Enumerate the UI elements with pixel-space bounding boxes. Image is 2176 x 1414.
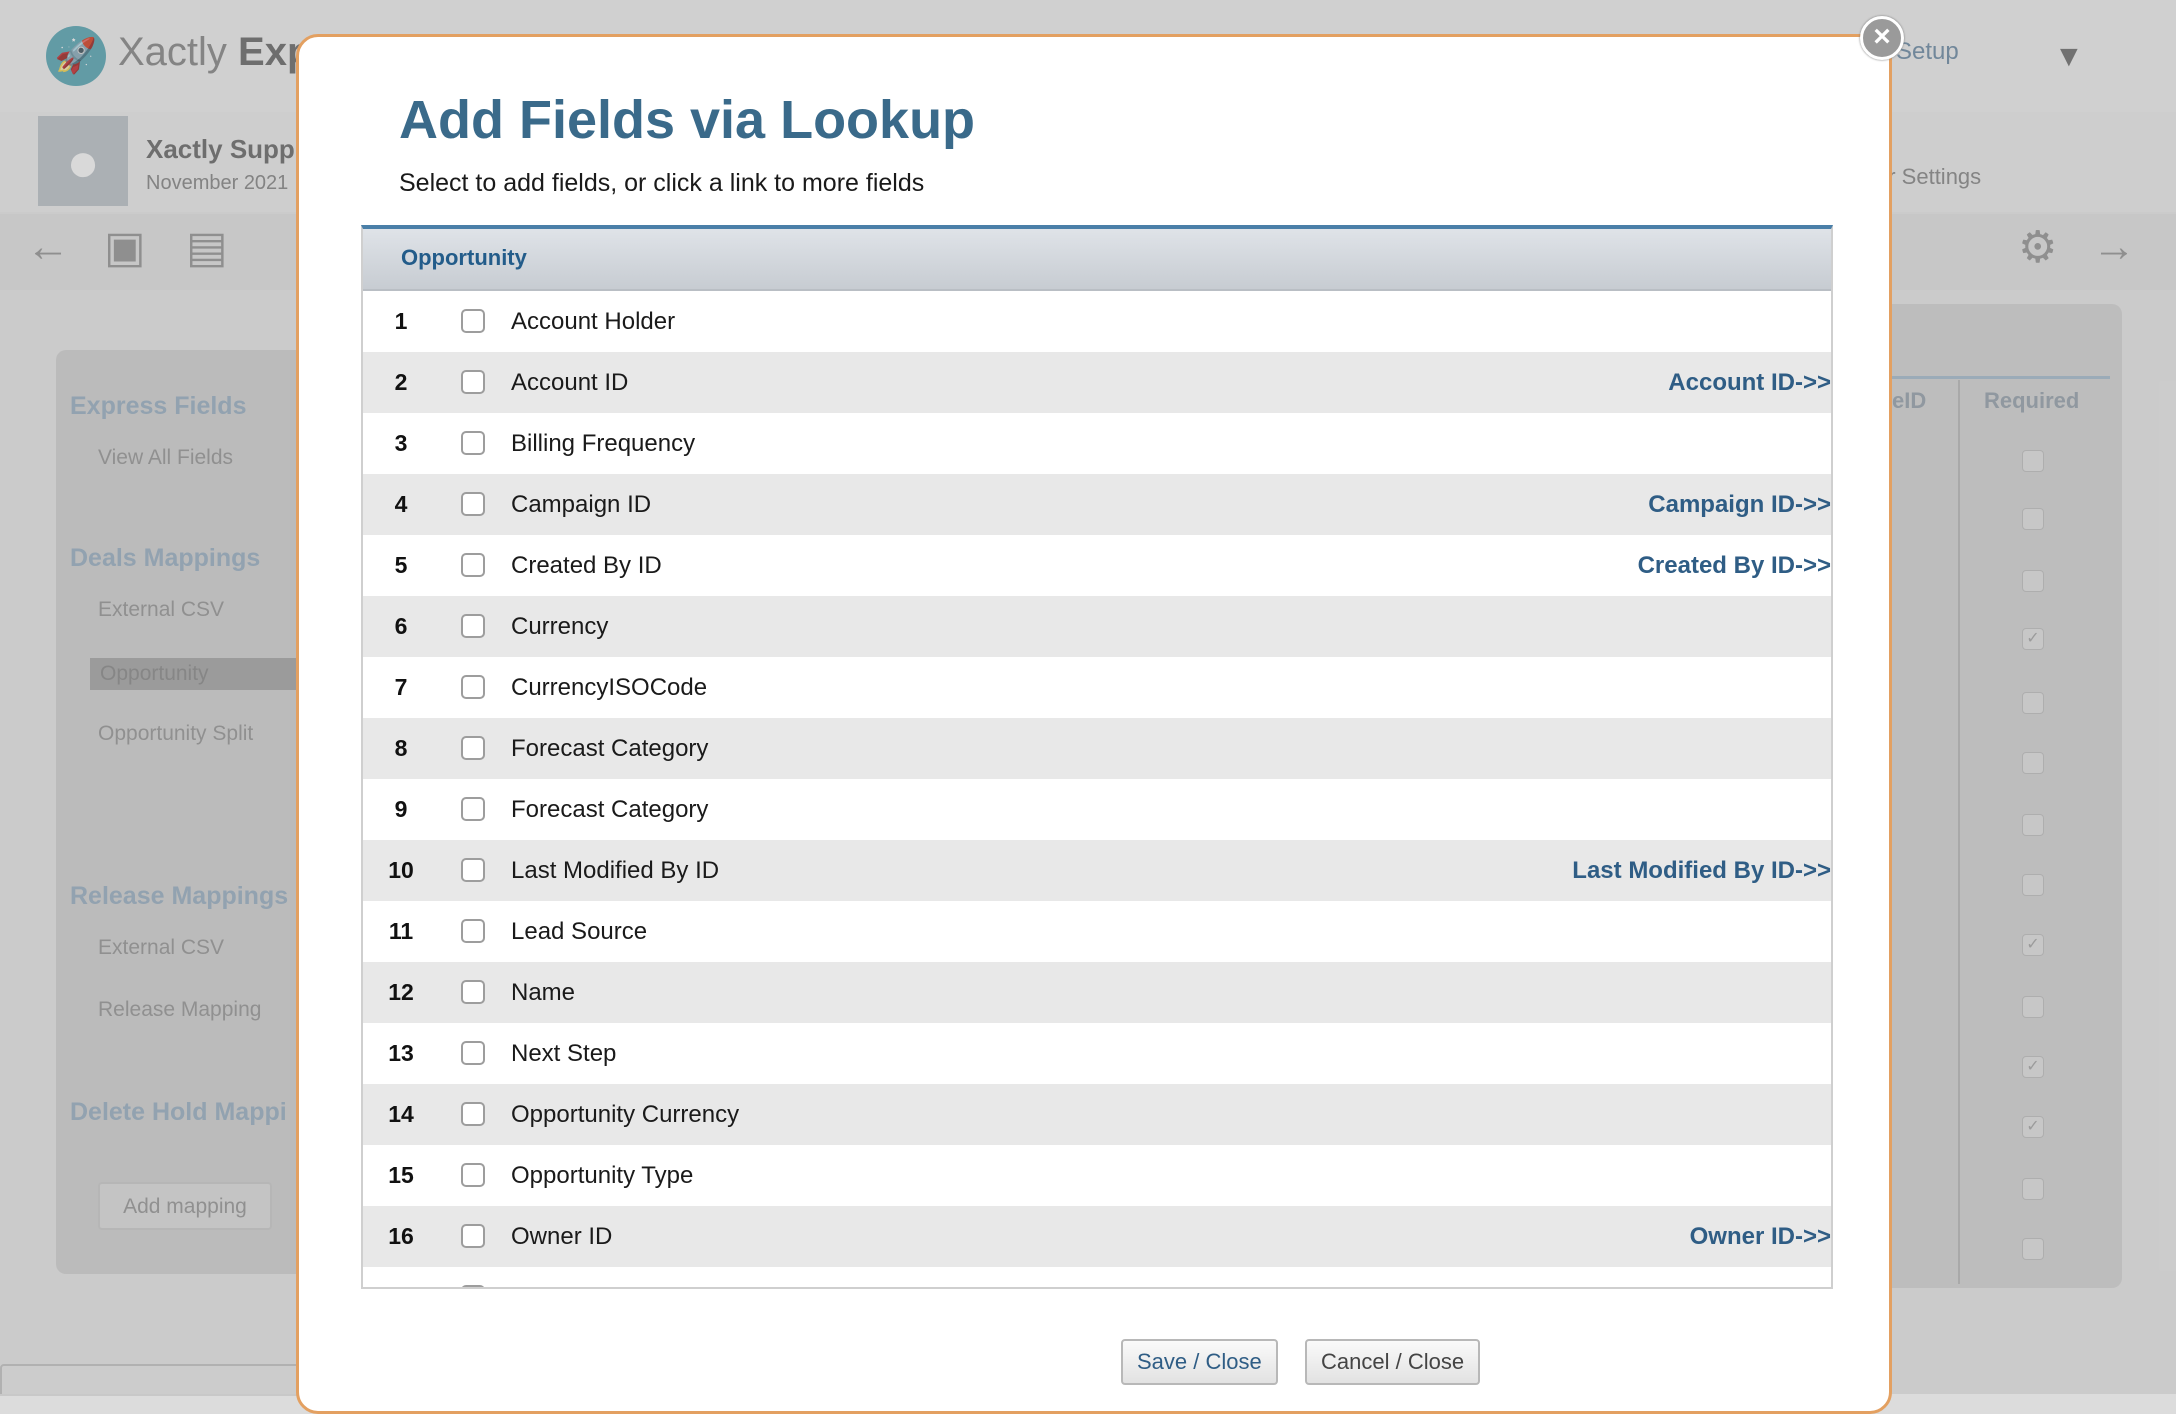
field-checkbox[interactable] bbox=[461, 980, 485, 1004]
field-label: Name bbox=[511, 979, 576, 1006]
dialog-title: Add Fields via Lookup bbox=[399, 90, 976, 150]
row-number: 12 bbox=[388, 979, 414, 1005]
field-checkbox[interactable] bbox=[461, 1102, 485, 1126]
field-checkbox[interactable] bbox=[461, 1041, 485, 1065]
lookup-link[interactable]: Owner ID->> bbox=[1690, 1206, 1831, 1267]
table-header-opportunity: Opportunity bbox=[363, 229, 1831, 291]
field-label: Account Holder bbox=[511, 308, 676, 335]
row-number: 11 bbox=[388, 918, 414, 944]
field-checkbox[interactable] bbox=[461, 492, 485, 516]
lookup-link[interactable]: Created By ID->> bbox=[1638, 535, 1831, 596]
save-close-button[interactable]: Save / Close bbox=[1121, 1339, 1278, 1385]
field-label: Billing Frequency bbox=[511, 430, 696, 457]
field-label: Next Step bbox=[511, 1040, 617, 1067]
table-row: 4 Campaign ID Campaign ID->> bbox=[363, 474, 1831, 535]
row-number: 8 bbox=[394, 735, 408, 761]
lookup-link[interactable]: Last Modified By ID->> bbox=[1572, 840, 1831, 901]
field-checkbox[interactable] bbox=[461, 675, 485, 699]
table-row: 10 Last Modified By ID Last Modified By ID… bbox=[363, 840, 1831, 901]
field-label: Last Modified By ID bbox=[511, 857, 720, 884]
field-checkbox[interactable] bbox=[461, 797, 485, 821]
row-number: 13 bbox=[388, 1040, 414, 1066]
lookup-link[interactable]: Account ID->> bbox=[1668, 352, 1831, 413]
fields-table[interactable]: Opportunity 1 Account Holder 2 Account ID Ac… bbox=[361, 225, 1833, 1289]
table-row: 2 Account ID Account ID->> bbox=[363, 352, 1831, 413]
field-label: Account ID bbox=[511, 369, 629, 396]
field-label: Created By ID bbox=[511, 552, 662, 579]
row-number: 17 bbox=[363, 1267, 439, 1287]
cancel-close-button[interactable]: Cancel / Close bbox=[1305, 1339, 1481, 1385]
table-row: 5 Created By ID Created By ID->> bbox=[363, 535, 1831, 596]
table-row: 1 Account Holder bbox=[363, 291, 1831, 352]
row-number: 7 bbox=[394, 674, 408, 700]
field-label: Owner ID bbox=[511, 1223, 613, 1250]
field-label: Opportunity Currency bbox=[511, 1101, 740, 1128]
close-icon[interactable]: × bbox=[1860, 16, 1904, 60]
row-number: 14 bbox=[388, 1101, 414, 1127]
add-fields-dialog: Add Fields via Lookup Select to add fiel… bbox=[296, 34, 1892, 1414]
field-label: Forecast Category bbox=[511, 735, 709, 762]
row-number: 1 bbox=[394, 308, 408, 334]
field-checkbox[interactable] bbox=[461, 1285, 485, 1287]
table-row: 17 Payment Type bbox=[363, 1267, 1831, 1287]
row-number: 2 bbox=[394, 369, 408, 395]
table-row: 16 Owner ID Owner ID->> bbox=[363, 1206, 1831, 1267]
field-label: Campaign ID bbox=[511, 491, 652, 518]
table-row: 11 Lead Source bbox=[363, 901, 1831, 962]
table-row: 3 Billing Frequency bbox=[363, 413, 1831, 474]
field-label: Lead Source bbox=[511, 918, 648, 945]
field-label: Forecast Category bbox=[511, 796, 709, 823]
table-row: 13 Next Step bbox=[363, 1023, 1831, 1084]
row-number: 9 bbox=[394, 796, 408, 822]
field-checkbox[interactable] bbox=[461, 370, 485, 394]
field-label: Opportunity Type bbox=[511, 1162, 694, 1189]
row-number: 3 bbox=[394, 430, 408, 456]
field-checkbox[interactable] bbox=[461, 553, 485, 577]
table-row: 9 Forecast Category bbox=[363, 779, 1831, 840]
row-number: 5 bbox=[394, 552, 408, 578]
lookup-link[interactable]: Campaign ID->> bbox=[1648, 474, 1831, 535]
field-checkbox[interactable] bbox=[461, 614, 485, 638]
field-checkbox[interactable] bbox=[461, 919, 485, 943]
table-row: 15 Opportunity Type bbox=[363, 1145, 1831, 1206]
field-label: Currency bbox=[511, 613, 609, 640]
field-checkbox[interactable] bbox=[461, 1163, 485, 1187]
dialog-subtitle: Select to add fields, or click a link to… bbox=[399, 169, 925, 197]
field-checkbox[interactable] bbox=[461, 736, 485, 760]
fields-list: 1 Account Holder 2 Account ID Account ID->> 3… bbox=[363, 291, 1831, 1287]
table-row: 12 Name bbox=[363, 962, 1831, 1023]
field-checkbox[interactable] bbox=[461, 1224, 485, 1248]
row-number: 15 bbox=[388, 1162, 414, 1188]
field-checkbox[interactable] bbox=[461, 431, 485, 455]
field-label: Payment Type bbox=[511, 1267, 664, 1287]
table-row: 6 Currency bbox=[363, 596, 1831, 657]
field-checkbox[interactable] bbox=[461, 858, 485, 882]
row-number: 10 bbox=[388, 857, 414, 883]
table-row: 8 Forecast Category bbox=[363, 718, 1831, 779]
field-checkbox[interactable] bbox=[461, 309, 485, 333]
row-number: 4 bbox=[394, 491, 408, 517]
field-label: CurrencyISOCode bbox=[511, 674, 708, 701]
row-number: 6 bbox=[394, 613, 408, 639]
table-row: 14 Opportunity Currency bbox=[363, 1084, 1831, 1145]
row-number: 16 bbox=[388, 1223, 414, 1249]
table-row: 7 CurrencyISOCode bbox=[363, 657, 1831, 718]
